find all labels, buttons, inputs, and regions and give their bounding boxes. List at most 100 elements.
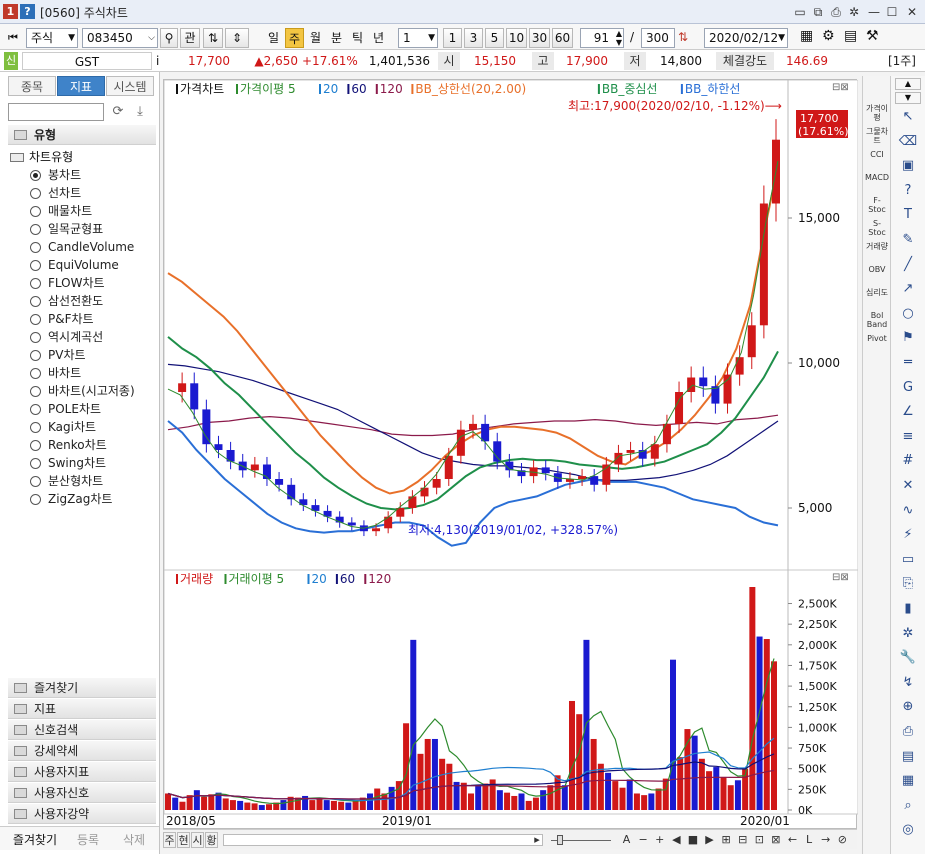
eraser-icon[interactable]: ⌫ [897, 133, 919, 151]
chart-type-item[interactable]: EquiVolume [48, 256, 119, 274]
section-item[interactable]: 사용자지표 [8, 762, 156, 782]
chart-type-item[interactable]: 분산형차트 [48, 472, 103, 490]
chart-type-item[interactable]: 일목균형표 [48, 220, 103, 238]
channel-icon[interactable]: ≡ [897, 428, 919, 446]
chart-type-radio[interactable] [30, 458, 41, 469]
interval-select[interactable]: 1 ▼ [398, 28, 438, 48]
indicator-shortcut[interactable]: 거래량 [865, 242, 889, 251]
chart-type-radio[interactable] [30, 206, 41, 217]
minimize-icon[interactable]: — [866, 4, 882, 20]
indicator-shortcut[interactable]: 그물차트 [865, 127, 889, 145]
g-icon[interactable]: G [897, 379, 919, 397]
horizontal-scrollbar[interactable] [223, 834, 543, 846]
help-button[interactable]: ? [20, 4, 35, 19]
indicator-shortcut[interactable]: F-Stoc [865, 196, 889, 214]
bottom-btn-week[interactable]: 주 [163, 832, 176, 848]
all-clear-icon[interactable]: ▣ [897, 157, 919, 175]
zoom-slider[interactable] [551, 833, 611, 847]
bottom-tool-button[interactable]: L [802, 832, 817, 848]
register-button[interactable]: 등록 [66, 831, 110, 848]
print-icon[interactable]: ⎙ [828, 4, 844, 20]
tools-icon[interactable]: ⚒ [866, 28, 879, 44]
indicator-shortcut[interactable]: 심리도 [865, 288, 889, 297]
bottom-tool-button[interactable]: ■ [685, 832, 700, 848]
bottom-tool-button[interactable]: ⊠ [768, 832, 783, 848]
indicator-shortcut[interactable]: S-Stoc [865, 219, 889, 237]
chart-type-item[interactable]: 삼선전환도 [48, 292, 103, 310]
tab-favorites[interactable]: 즐겨찾기 [6, 831, 64, 848]
indicator-shortcut[interactable]: 가격이평 [865, 104, 889, 122]
text-icon[interactable]: T [897, 206, 919, 224]
circle-icon[interactable]: ○ [897, 305, 919, 323]
indicator-shortcut[interactable]: OBV [865, 265, 889, 274]
tree-chart-type[interactable]: 차트유형 [10, 148, 73, 166]
indicator-shortcut[interactable]: MACD [865, 173, 889, 182]
help-icon[interactable]: ? [897, 182, 919, 200]
fibo-icon[interactable]: ⚑ [897, 329, 919, 347]
wrench-icon[interactable]: 🔧 [897, 649, 919, 667]
cursor-icon[interactable]: ↖ [897, 108, 919, 126]
tab-system[interactable]: 시스템 [106, 76, 154, 96]
line-icon[interactable]: ╱ [897, 256, 919, 274]
chart-type-radio[interactable] [30, 494, 41, 505]
wave-icon[interactable]: ∿ [897, 502, 919, 520]
chart-type-radio[interactable] [30, 404, 41, 415]
tab-indicator[interactable]: 지표 [57, 76, 105, 96]
scroll-down-icon[interactable]: ▼ [895, 92, 921, 104]
chart-type-item[interactable]: ZigZag차트 [48, 490, 112, 508]
chart-type-item[interactable]: Renko차트 [48, 436, 107, 454]
bottom-tool-button[interactable]: + [652, 832, 667, 848]
chart-type-radio[interactable] [30, 278, 41, 289]
arrow-icon[interactable]: ↯ [897, 674, 919, 692]
bottom-tool-button[interactable]: ← [785, 832, 800, 848]
chart-type-item[interactable]: 바차트(시고저종) [48, 382, 135, 400]
section-item[interactable]: 강세약세 [8, 741, 156, 761]
chart-type-item[interactable]: CandleVolume [48, 238, 134, 256]
download-icon[interactable]: ⤓ [130, 102, 150, 122]
chart-type-item[interactable]: Swing차트 [48, 454, 106, 472]
bottom-tool-button[interactable]: ⊡ [752, 832, 767, 848]
bottom-tool-button[interactable]: ⊞ [719, 832, 734, 848]
angle-icon[interactable]: ∠ [897, 403, 919, 421]
date-select[interactable]: 2020/02/12 ▼ [704, 28, 788, 48]
chart-type-radio[interactable] [30, 386, 41, 397]
market-select[interactable]: 주식 ▼ [26, 28, 78, 48]
indicator-shortcut[interactable]: Pivot [865, 334, 889, 343]
bottom-btn-current[interactable]: 현 [177, 832, 190, 848]
bottom-tool-button[interactable]: ◀ [669, 832, 684, 848]
bottom-btn-status[interactable]: 황 [205, 832, 218, 848]
chart-type-radio[interactable] [30, 242, 41, 253]
period-tick[interactable]: 틱 [348, 28, 367, 48]
grid-icon[interactable]: # [897, 452, 919, 470]
period-day[interactable]: 일 [264, 28, 283, 48]
count-stepper[interactable]: 91 ▲ ▼ [580, 28, 624, 48]
maximize-icon[interactable]: ☐ [884, 4, 900, 20]
bottom-tool-button[interactable]: ⊟ [735, 832, 750, 848]
chart-type-radio[interactable] [30, 422, 41, 433]
copy-icon[interactable]: ⎘ [897, 575, 919, 593]
period-minute[interactable]: 분 [327, 28, 346, 48]
period-month[interactable]: 월 [306, 28, 325, 48]
chart-type-item[interactable]: 바차트 [48, 364, 81, 382]
section-item[interactable]: 사용자강약 [8, 804, 156, 824]
equal-icon[interactable]: ═ [897, 354, 919, 372]
delete-button[interactable]: 삭제 [112, 831, 156, 848]
chart-type-radio[interactable] [30, 368, 41, 379]
bottom-tool-button[interactable]: A [619, 832, 634, 848]
chart-type-item[interactable]: 매물차트 [48, 202, 92, 220]
bottom-tool-button[interactable]: → [818, 832, 833, 848]
bottom-btn-start[interactable]: 시 [191, 832, 204, 848]
interval-60[interactable]: 60 [552, 28, 573, 48]
indicator-search-input[interactable] [8, 103, 104, 121]
gear-icon[interactable]: ✲ [846, 4, 862, 20]
chart-type-radio[interactable] [30, 350, 41, 361]
bottom-tool-button[interactable]: ▶ [702, 832, 717, 848]
excel-icon[interactable]: ▦ [897, 772, 919, 790]
auto-icon[interactable]: ⚡ [897, 526, 919, 544]
chart-type-radio[interactable] [30, 188, 41, 199]
gwan-button[interactable]: 관 [180, 28, 200, 48]
period-week[interactable]: 주 [285, 28, 304, 48]
chart-type-radio[interactable] [30, 170, 41, 181]
pencil-icon[interactable]: ✎ [897, 231, 919, 249]
grid-icon[interactable]: ▦ [800, 28, 813, 44]
